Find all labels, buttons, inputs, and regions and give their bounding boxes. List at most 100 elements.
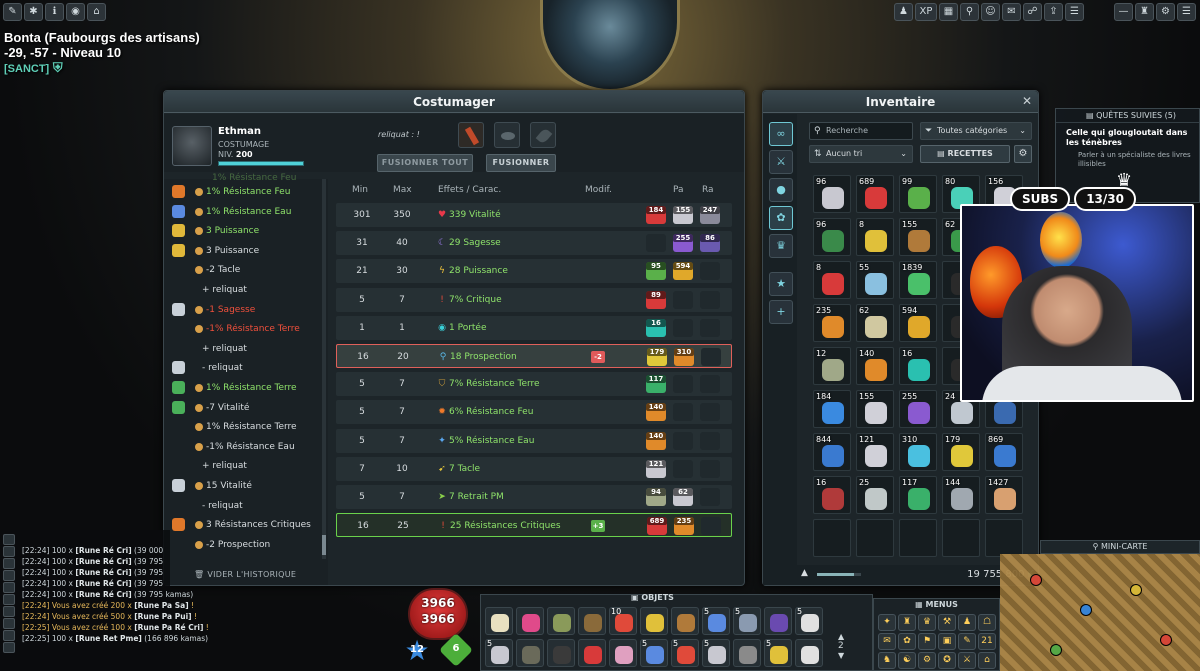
inventory-slot[interactable]: 8: [813, 261, 851, 299]
rune-slot[interactable]: 247: [700, 206, 720, 224]
rune-slot[interactable]: 89: [646, 290, 666, 309]
hotbar-slot[interactable]: 5: [764, 639, 792, 667]
rune-row[interactable]: 5 7 ! 7% Critique 89: [336, 287, 732, 312]
inventory-slot[interactable]: 1839: [899, 261, 937, 299]
chat-channel-button[interactable]: [3, 606, 15, 617]
inventory-slot[interactable]: [856, 519, 894, 557]
menu-button[interactable]: ✪: [938, 652, 956, 669]
rune-slot[interactable]: 310: [674, 348, 694, 366]
hotbar-slot[interactable]: [516, 607, 544, 635]
inventory-slot[interactable]: [985, 519, 1023, 557]
rune-slot[interactable]: 689: [647, 517, 667, 536]
minimize-icon[interactable]: —: [1114, 3, 1133, 21]
chat-channel-button[interactable]: [3, 546, 15, 557]
quest-title[interactable]: Celle qui glougloutait dans les ténèbres: [1056, 123, 1199, 148]
rune-slot[interactable]: 86: [700, 234, 720, 253]
inventory-slot[interactable]: 25: [856, 476, 894, 514]
item-link[interactable]: [Rune Ré Cri]: [75, 590, 131, 599]
robot-icon[interactable]: ♜: [1135, 3, 1154, 21]
equipment-icon[interactable]: ⚔: [769, 150, 793, 174]
consumables-icon[interactable]: ●: [769, 178, 793, 202]
xp-button[interactable]: XP: [915, 3, 937, 21]
rune-slot-empty[interactable]: [673, 403, 693, 422]
chat-channel-button[interactable]: [3, 630, 15, 641]
inventory-slot[interactable]: 99: [899, 175, 937, 213]
rune-slot-empty[interactable]: [700, 290, 720, 309]
rune-slot-empty[interactable]: [700, 488, 720, 506]
chat-channel-button[interactable]: [3, 582, 15, 593]
rune-row[interactable]: 5 7 ✹ 6% Résistance Feu 140: [336, 400, 732, 425]
rune-slot[interactable]: 140: [646, 403, 666, 422]
shop-icon[interactable]: ⌂: [87, 3, 106, 21]
hotbar-slot[interactable]: 5: [671, 639, 699, 667]
menu-button[interactable]: ♞: [878, 652, 896, 669]
hotbar-slot[interactable]: 5: [485, 639, 513, 667]
item-link[interactable]: [Rune Ré Cri]: [75, 579, 131, 588]
rune-slot[interactable]: 94: [646, 488, 666, 506]
rune-row[interactable]: 5 7 ⛉ 7% Résistance Terre 117: [336, 372, 732, 397]
gear-icon[interactable]: ⚙: [1156, 3, 1175, 21]
hotbar-slot[interactable]: [640, 607, 668, 635]
rune-row[interactable]: 301 350 ♥ 339 Vitalité 184 155 247: [336, 203, 732, 227]
potion-slot[interactable]: [530, 122, 556, 148]
rune-row[interactable]: 5 7 ➤ 7 Retrait PM 94 62: [336, 485, 732, 509]
rune-slot[interactable]: 184: [646, 206, 666, 224]
character-icon[interactable]: ♟: [894, 3, 913, 21]
favorites-icon[interactable]: ★: [769, 272, 793, 296]
rune-row[interactable]: 16 20 ⚲ 18 Prospection -2 179 310: [336, 344, 732, 368]
menu-button[interactable]: ✎: [958, 633, 976, 650]
rune-slot[interactable]: 140: [646, 431, 666, 450]
inventory-settings-icon[interactable]: ⚙: [1014, 145, 1032, 163]
inventory-slot[interactable]: 121: [856, 433, 894, 471]
menu-button[interactable]: 21: [978, 633, 996, 650]
rune-slot-empty[interactable]: [673, 318, 693, 337]
eye-icon[interactable]: ◉: [66, 3, 85, 21]
inventory-slot[interactable]: 144: [942, 476, 980, 514]
rune-row[interactable]: 7 10 ➹ 7 Tacle 121: [336, 456, 732, 481]
inventory-slot[interactable]: 184: [813, 390, 851, 428]
rune-slot-empty[interactable]: [700, 375, 720, 394]
search-input[interactable]: ⚲ Recherche: [809, 122, 913, 140]
category-select[interactable]: ⏷ Toutes catégories ⌄: [920, 122, 1032, 140]
hotbar-slot[interactable]: [516, 639, 544, 667]
menu-button[interactable]: ✿: [898, 633, 916, 650]
rune-slot-empty[interactable]: [646, 234, 666, 253]
rune-row[interactable]: 31 40 ☾ 29 Sagesse 255 86: [336, 231, 732, 256]
inventory-slot[interactable]: 96: [813, 175, 851, 213]
hotbar-slot[interactable]: [547, 639, 575, 667]
rune-slot-empty[interactable]: [700, 431, 720, 450]
item-slot[interactable]: [458, 122, 484, 148]
rune-row[interactable]: 16 25 ! 25 Résistances Critiques +3 689 235: [336, 513, 732, 538]
menu-button[interactable]: ♛: [918, 614, 936, 631]
hotbar-tab-objets[interactable]: ▣ OBJETS: [631, 593, 674, 602]
rune-slot[interactable]: 95: [646, 262, 666, 281]
item-link[interactable]: [Rune Pa Pui]: [134, 612, 191, 621]
hotbar-slot[interactable]: 5: [640, 639, 668, 667]
menu-button[interactable]: ⚑: [918, 633, 936, 650]
item-link[interactable]: [Rune Ré Cri]: [75, 546, 131, 555]
rune-slot[interactable]: 235: [674, 517, 694, 536]
menu-button[interactable]: ⚔: [958, 652, 976, 669]
inventory-slot[interactable]: 155: [856, 390, 894, 428]
pencil-icon[interactable]: ✎: [3, 3, 22, 21]
rune-slot-empty[interactable]: [701, 348, 721, 366]
item-link[interactable]: [Rune Ré Cri]: [75, 568, 131, 577]
hotbar-slot[interactable]: 5: [795, 607, 823, 635]
smiley-icon[interactable]: ☺: [981, 3, 1000, 21]
inventory-slot[interactable]: 869: [985, 433, 1023, 471]
rune-slot-empty[interactable]: [673, 431, 693, 450]
chat-channel-button[interactable]: [3, 618, 15, 629]
rune-slot-empty[interactable]: [700, 318, 720, 337]
sort-select[interactable]: ⇅ Aucun tri ⌄: [809, 145, 913, 163]
rune-slot-empty[interactable]: [700, 403, 720, 422]
item-link[interactable]: [Rune Pa Sa]: [134, 601, 188, 610]
recipes-button[interactable]: ▤ RECETTES: [920, 145, 1010, 163]
hotbar-slot[interactable]: [578, 639, 606, 667]
hotbar-slot[interactable]: 5: [733, 607, 761, 635]
location-icon[interactable]: ⚲: [960, 3, 979, 21]
rune-slot-empty[interactable]: [673, 459, 693, 478]
menu-button[interactable]: ⚙: [918, 652, 936, 669]
inventory-slot[interactable]: [899, 519, 937, 557]
fuse-button[interactable]: FUSIONNER: [486, 154, 556, 172]
inventory-slot[interactable]: 8: [856, 218, 894, 256]
